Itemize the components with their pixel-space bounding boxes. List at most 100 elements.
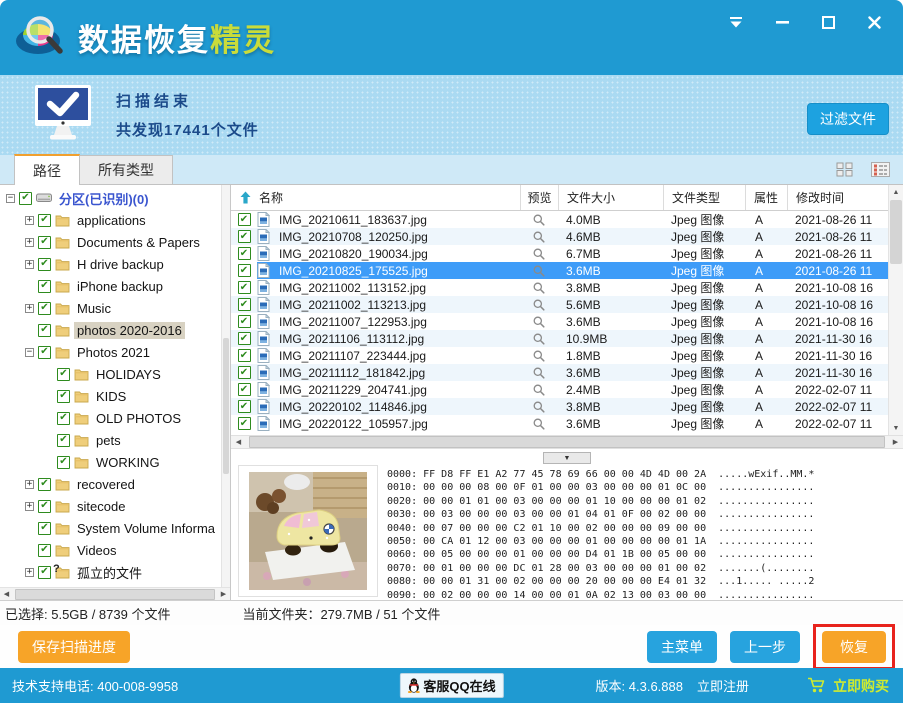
tree-item[interactable]: ✔photos 2020-2016 xyxy=(0,319,221,341)
file-row[interactable]: ✔IMG_20211007_122953.jpg3.6MBJpeg 图像A202… xyxy=(231,313,888,330)
column-header-type[interactable]: 文件类型 xyxy=(663,185,745,210)
preview-splitter-button[interactable]: ▼ xyxy=(543,452,591,464)
tree-checkbox[interactable]: ✔ xyxy=(38,566,51,579)
preview-magnifier-icon[interactable] xyxy=(520,364,558,381)
tree-expander-icon[interactable]: + xyxy=(25,260,34,269)
file-row[interactable]: ✔IMG_20210708_120250.jpg4.6MBJpeg 图像A202… xyxy=(231,228,888,245)
column-header-preview[interactable]: 预览 xyxy=(520,185,558,210)
tree-expander-icon[interactable]: + xyxy=(25,304,34,313)
preview-magnifier-icon[interactable] xyxy=(520,228,558,245)
tree-checkbox[interactable]: ✔ xyxy=(38,522,51,535)
tree-item[interactable]: ✔Videos xyxy=(0,539,221,561)
recover-button[interactable]: 恢复 xyxy=(822,631,886,663)
tab-path[interactable]: 路径 xyxy=(14,154,80,185)
hscroll-thumb[interactable] xyxy=(249,436,885,448)
main-menu-button[interactable]: 主菜单 xyxy=(647,631,717,663)
file-row[interactable]: ✔IMG_20211229_204741.jpg2.4MBJpeg 图像A202… xyxy=(231,381,888,398)
tree-expander-icon[interactable]: + xyxy=(25,502,34,511)
file-row[interactable]: ✔IMG_20211107_223444.jpg1.8MBJpeg 图像A202… xyxy=(231,347,888,364)
close-button[interactable] xyxy=(863,12,885,32)
tree-item[interactable]: +✔?孤立的文件 xyxy=(0,561,221,583)
file-checkbox[interactable]: ✔ xyxy=(238,230,251,243)
tree-item[interactable]: +✔Music xyxy=(0,297,221,319)
preview-magnifier-icon[interactable] xyxy=(520,296,558,313)
file-row[interactable]: ✔IMG_20210825_175525.jpg3.6MBJpeg 图像A202… xyxy=(231,262,888,279)
tree-checkbox[interactable]: ✔ xyxy=(38,302,51,315)
tree-item[interactable]: ✔System Volume Informa xyxy=(0,517,221,539)
vscroll-down-arrow[interactable]: ▼ xyxy=(889,421,903,435)
tree-item[interactable]: +✔recovered xyxy=(0,473,221,495)
tree-hscroll-right-arrow[interactable]: ▶ xyxy=(217,590,230,598)
tree-checkbox[interactable]: ✔ xyxy=(38,324,51,337)
vscroll-thumb[interactable] xyxy=(890,200,902,264)
file-checkbox[interactable]: ✔ xyxy=(238,315,251,328)
tree-expander-icon[interactable]: + xyxy=(25,238,34,247)
tree-checkbox[interactable]: ✔ xyxy=(38,346,51,359)
tree-checkbox[interactable]: ✔ xyxy=(38,236,51,249)
tree-checkbox[interactable]: ✔ xyxy=(38,500,51,513)
column-header-size[interactable]: 文件大小 xyxy=(558,185,663,210)
tree-hscroll-thumb[interactable] xyxy=(15,589,215,600)
file-row[interactable]: ✔IMG_20220102_114846.jpg3.8MBJpeg 图像A202… xyxy=(231,398,888,415)
tree-vscroll-thumb[interactable] xyxy=(223,338,229,475)
tree-checkbox[interactable]: ✔ xyxy=(57,390,70,403)
tree-item[interactable]: −✔分区(已识别)(0) xyxy=(0,187,221,209)
tree-item[interactable]: −✔Photos 2021 xyxy=(0,341,221,363)
file-checkbox[interactable]: ✔ xyxy=(238,383,251,396)
detail-view-button[interactable] xyxy=(869,160,891,178)
tree-expander-icon[interactable]: + xyxy=(25,480,34,489)
tree-item[interactable]: ✔KIDS xyxy=(0,385,221,407)
file-checkbox[interactable]: ✔ xyxy=(238,298,251,311)
file-row[interactable]: ✔IMG_20211002_113213.jpg5.6MBJpeg 图像A202… xyxy=(231,296,888,313)
column-header-attr[interactable]: 属性 xyxy=(745,185,787,210)
maximize-button[interactable] xyxy=(817,12,839,32)
tree-checkbox[interactable]: ✔ xyxy=(57,368,70,381)
file-checkbox[interactable]: ✔ xyxy=(238,349,251,362)
tree-item[interactable]: ✔HOLIDAYS xyxy=(0,363,221,385)
qq-support-button[interactable]: 客服QQ在线 xyxy=(399,673,503,698)
buy-now-button[interactable]: 立即购买 xyxy=(807,676,889,696)
file-checkbox[interactable]: ✔ xyxy=(238,417,251,430)
preview-magnifier-icon[interactable] xyxy=(520,262,558,279)
tree-item[interactable]: ✔WORKING xyxy=(0,451,221,473)
preview-magnifier-icon[interactable] xyxy=(520,347,558,364)
preview-magnifier-icon[interactable] xyxy=(520,211,558,228)
skin-menu-button[interactable] xyxy=(725,12,747,32)
minimize-button[interactable] xyxy=(771,12,793,32)
column-header-name[interactable]: 名称 xyxy=(231,185,520,210)
file-checkbox[interactable]: ✔ xyxy=(238,213,251,226)
tree-checkbox[interactable]: ✔ xyxy=(19,192,32,205)
previous-step-button[interactable]: 上一步 xyxy=(730,631,800,663)
filter-files-button[interactable]: 过滤文件 xyxy=(807,103,889,135)
file-row[interactable]: ✔IMG_20210611_183637.jpg4.0MBJpeg 图像A202… xyxy=(231,211,888,228)
grid-view-button[interactable] xyxy=(833,160,855,178)
tab-all-types[interactable]: 所有类型 xyxy=(80,155,173,184)
file-checkbox[interactable]: ✔ xyxy=(238,400,251,413)
file-list-horizontal-scrollbar[interactable]: ◀ ▶ xyxy=(231,435,903,449)
preview-magnifier-icon[interactable] xyxy=(520,245,558,262)
tree-checkbox[interactable]: ✔ xyxy=(38,280,51,293)
file-row[interactable]: ✔IMG_20211112_181842.jpg3.6MBJpeg 图像A202… xyxy=(231,364,888,381)
tree-hscroll-left-arrow[interactable]: ◀ xyxy=(0,590,13,598)
preview-magnifier-icon[interactable] xyxy=(520,279,558,296)
vscroll-up-arrow[interactable]: ▲ xyxy=(889,185,903,199)
tree-checkbox[interactable]: ✔ xyxy=(57,412,70,425)
register-link[interactable]: 立即注册 xyxy=(697,676,749,695)
tree-expander-icon[interactable]: − xyxy=(25,348,34,357)
file-row[interactable]: ✔IMG_20211106_113112.jpg10.9MBJpeg 图像A20… xyxy=(231,330,888,347)
hscroll-right-arrow[interactable]: ▶ xyxy=(888,438,903,446)
tree-expander-icon[interactable]: + xyxy=(25,568,34,577)
column-header-modified[interactable]: 修改时间 xyxy=(787,185,888,210)
tree-item[interactable]: ✔iPhone backup xyxy=(0,275,221,297)
tree-item[interactable]: +✔applications xyxy=(0,209,221,231)
preview-magnifier-icon[interactable] xyxy=(520,381,558,398)
file-row[interactable]: ✔IMG_20210820_190034.jpg6.7MBJpeg 图像A202… xyxy=(231,245,888,262)
tree-checkbox[interactable]: ✔ xyxy=(57,434,70,447)
preview-magnifier-icon[interactable] xyxy=(520,330,558,347)
hscroll-left-arrow[interactable]: ◀ xyxy=(231,438,246,446)
tree-expander-icon[interactable]: − xyxy=(6,194,15,203)
preview-magnifier-icon[interactable] xyxy=(520,415,558,432)
preview-magnifier-icon[interactable] xyxy=(520,313,558,330)
file-checkbox[interactable]: ✔ xyxy=(238,366,251,379)
tree-item[interactable]: +✔H drive backup xyxy=(0,253,221,275)
